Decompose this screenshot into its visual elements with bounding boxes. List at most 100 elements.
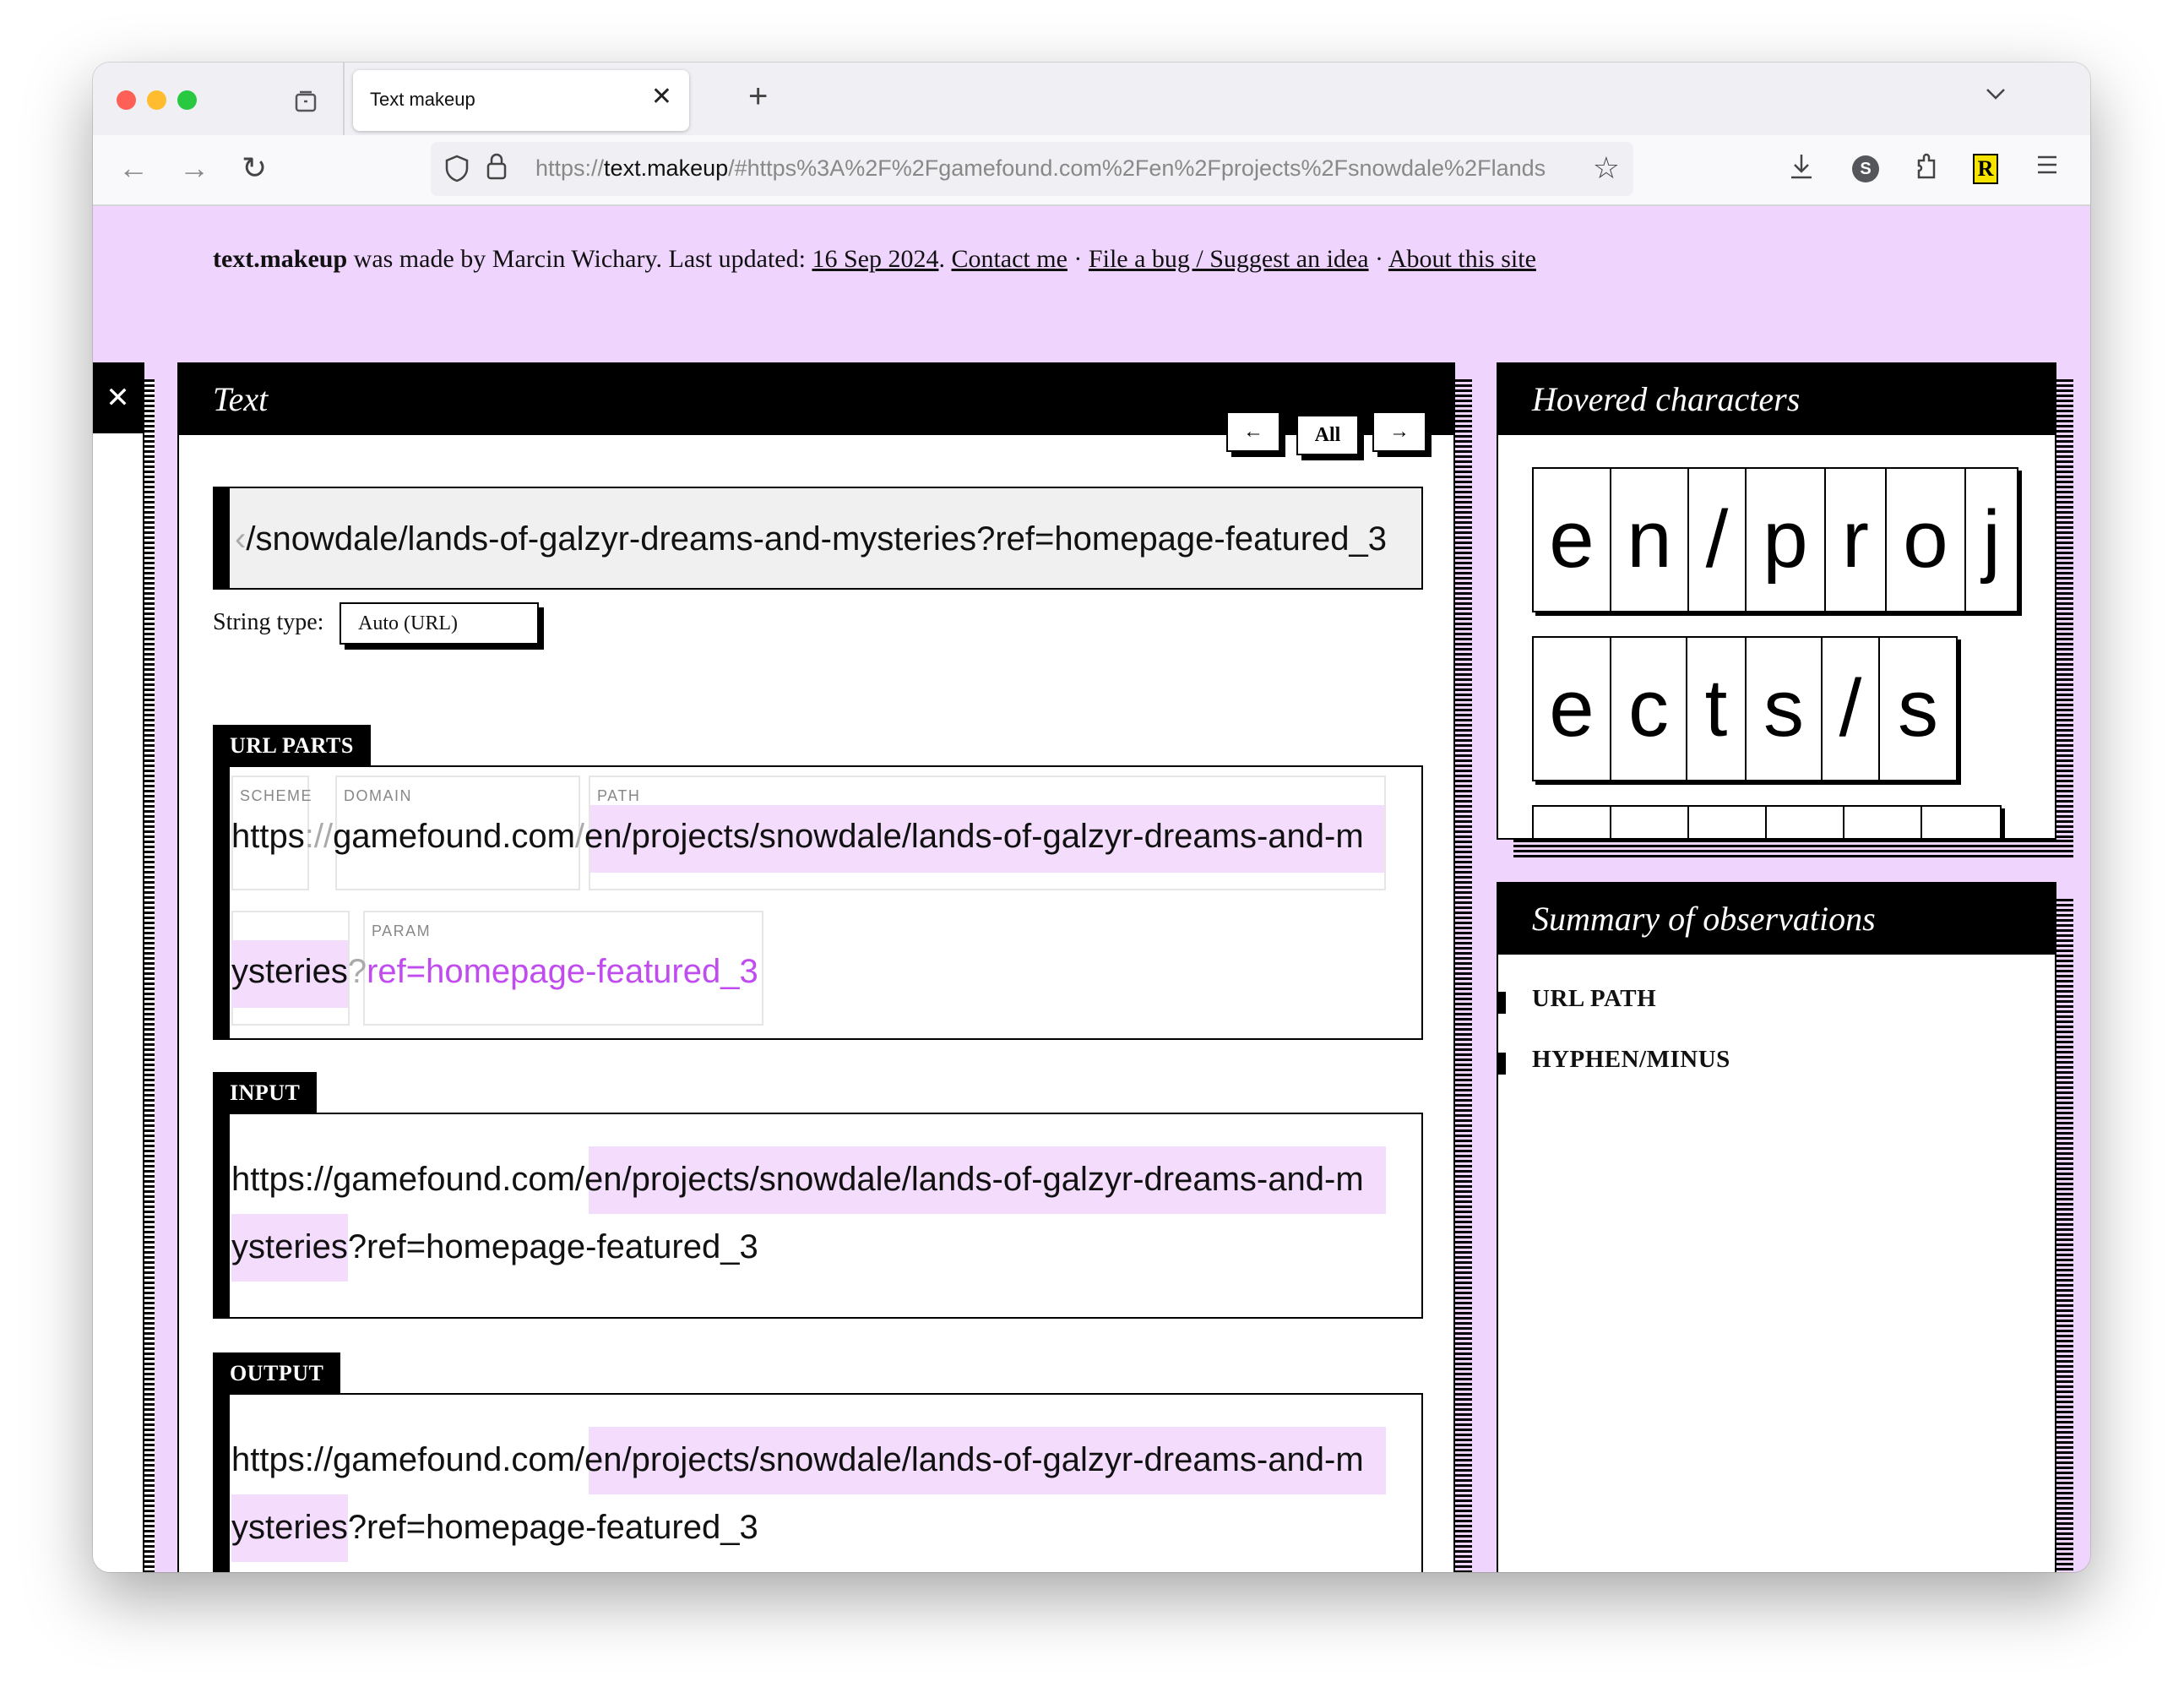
char-row: e c t s / s <box>1532 636 1958 781</box>
tab-separator <box>343 63 345 135</box>
char-cell[interactable]: p <box>1747 469 1826 611</box>
tab-strip: Text makeup ✕ + <box>93 63 2090 135</box>
scheme-label: SCHEME <box>240 787 313 804</box>
close-window-button[interactable] <box>117 90 136 110</box>
input-line1: https://gamefound.com/en/projects/snowda… <box>231 1161 1364 1199</box>
summary-panel-title: Summary of observations <box>1532 900 1876 938</box>
hovered-characters-panel: Hovered characters e n / p r o j e c t s / s <box>1497 362 2056 840</box>
input-text-plain: ?ref=homepage-featured_3 <box>347 1228 758 1265</box>
separator: · <box>1368 245 1388 273</box>
char-cell[interactable] <box>1534 807 1611 838</box>
tab-text-makeup[interactable]: Text makeup ✕ <box>353 70 689 131</box>
url-parts-line2: ysteries?ref=homepage-featured_3 <box>231 953 758 991</box>
text-panel-title: Text <box>213 380 269 418</box>
minimize-window-button[interactable] <box>147 90 166 110</box>
about-link[interactable]: About this site <box>1388 245 1536 273</box>
scroll-left-indicator: ‹ <box>235 520 247 558</box>
close-tab-icon[interactable]: ✕ <box>651 82 672 112</box>
char-cell[interactable]: e <box>1534 469 1611 611</box>
string-type-select[interactable]: Auto (URL) <box>340 602 539 645</box>
page-content: text.makeup was made by Marcin Wichary. … <box>93 208 2090 1572</box>
close-left-panel-button[interactable]: ✕ <box>93 362 143 433</box>
url-host: text.makeup <box>604 155 729 181</box>
input-text-path: en/projects/snowdale/lands-of-galzyr-dre… <box>584 1161 1364 1198</box>
credits-line: text.makeup was made by Marcin Wichary. … <box>213 245 1536 274</box>
tab-title: Text makeup <box>370 89 475 110</box>
back-icon[interactable]: ← <box>118 150 149 186</box>
char-cell[interactable] <box>1922 807 2000 838</box>
observation-marker <box>1498 1053 1506 1075</box>
text-input[interactable]: ‹/snowdale/lands-of-galzyr-dreams-and-my… <box>213 487 1423 590</box>
char-cell[interactable] <box>1689 807 1767 838</box>
last-updated-link[interactable]: 16 Sep 2024 <box>812 245 938 273</box>
extensions-puzzle-icon[interactable] <box>1914 152 1939 188</box>
s-extension-icon[interactable]: S <box>1852 155 1879 182</box>
char-cell[interactable]: s <box>1747 638 1823 780</box>
char-cell[interactable]: s <box>1880 638 1956 780</box>
sidebar-icon[interactable] <box>292 88 319 115</box>
output-text-plain: https://gamefound.com/ <box>231 1441 585 1478</box>
address-bar[interactable]: https://text.makeup/#https%3A%2F%2Fgamef… <box>431 142 1633 196</box>
contact-link[interactable]: Contact me <box>951 245 1067 273</box>
all-button[interactable]: All <box>1296 415 1359 455</box>
url-scheme: https:// <box>535 155 605 181</box>
scheme-separator: :// <box>304 818 334 855</box>
panel-shadow <box>1455 379 1472 1572</box>
string-type-label: String type: <box>213 609 324 635</box>
output-tag: OUTPUT <box>213 1352 341 1395</box>
browser-window: Text makeup ✕ + ← → ↻ https://text.makeu… <box>93 63 2090 1572</box>
observation-marker <box>1498 992 1506 1014</box>
menu-icon[interactable] <box>2035 152 2059 184</box>
input-box: https://gamefound.com/en/projects/snowda… <box>213 1113 1423 1319</box>
panel-shadow <box>2056 899 2073 1572</box>
prev-button[interactable]: ← <box>1226 411 1280 452</box>
char-cell[interactable] <box>1767 807 1844 838</box>
text-panel: Text ← All → ‹/snowdale/lands-of-galzyr-… <box>177 362 1455 1572</box>
output-line1: https://gamefound.com/en/projects/snowda… <box>231 1441 1364 1479</box>
r-extension-icon[interactable]: R <box>1973 154 1998 184</box>
char-cell[interactable]: e <box>1534 638 1611 780</box>
observation-item[interactable]: HYPHEN/MINUS <box>1532 1046 1730 1074</box>
reload-icon[interactable]: ↻ <box>242 150 267 186</box>
forward-icon[interactable]: → <box>179 150 209 186</box>
char-cell[interactable] <box>1844 807 1922 838</box>
char-cell[interactable]: o <box>1887 469 1966 611</box>
param-value: ref=homepage-featured_3 <box>367 953 758 990</box>
text-input-value: ‹/snowdale/lands-of-galzyr-dreams-and-my… <box>235 520 1387 558</box>
url-rest: /#https%3A%2F%2Fgamefound.com%2Fen%2Fpro… <box>728 155 1546 181</box>
download-icon[interactable] <box>1789 152 1814 188</box>
shield-icon[interactable] <box>444 154 470 189</box>
observation-item[interactable]: URL PATH <box>1532 985 1656 1013</box>
maximize-window-button[interactable] <box>177 90 197 110</box>
output-line2: ysteries?ref=homepage-featured_3 <box>231 1509 758 1547</box>
bookmark-star-icon[interactable]: ☆ <box>1593 150 1620 186</box>
url-parts-tag: URL PARTS <box>213 725 371 767</box>
output-text-path: en/projects/snowdale/lands-of-galzyr-dre… <box>584 1441 1364 1478</box>
char-cell[interactable]: c <box>1611 638 1687 780</box>
param-label: PARAM <box>372 922 432 939</box>
char-row: e n / p r o j <box>1532 467 2018 612</box>
url-text[interactable]: https://text.makeup/#https%3A%2F%2Fgamef… <box>535 155 1549 182</box>
new-tab-button[interactable]: + <box>748 78 768 116</box>
char-cell[interactable]: n <box>1611 469 1689 611</box>
input-line2: ysteries?ref=homepage-featured_3 <box>231 1228 758 1266</box>
output-text-path: ysteries <box>231 1509 348 1546</box>
domain-value: gamefound.com <box>333 818 575 855</box>
url-parts-box: SCHEME DOMAIN PATH https://gamefound.com… <box>213 765 1423 1040</box>
tab-list-icon[interactable] <box>1984 81 2007 108</box>
summary-panel: Summary of observations URL PATH HYPHEN/… <box>1497 882 2056 1572</box>
file-bug-link[interactable]: File a bug / Suggest an idea <box>1089 245 1369 273</box>
char-cell[interactable]: t <box>1687 638 1747 780</box>
path-label: PATH <box>597 787 641 804</box>
input-text-path: ysteries <box>231 1228 348 1265</box>
next-button[interactable]: → <box>1372 411 1426 452</box>
char-cell[interactable]: j <box>1966 469 2017 611</box>
char-cell[interactable] <box>1611 807 1689 838</box>
summary-panel-header: Summary of observations <box>1498 884 2055 955</box>
credits-text: was made by Marcin Wichary. Last updated… <box>347 245 812 273</box>
lock-icon[interactable] <box>485 152 508 188</box>
char-cell[interactable]: r <box>1826 469 1887 611</box>
char-cell[interactable]: / <box>1689 469 1747 611</box>
param-separator: ? <box>347 953 367 990</box>
char-cell[interactable]: / <box>1823 638 1880 780</box>
